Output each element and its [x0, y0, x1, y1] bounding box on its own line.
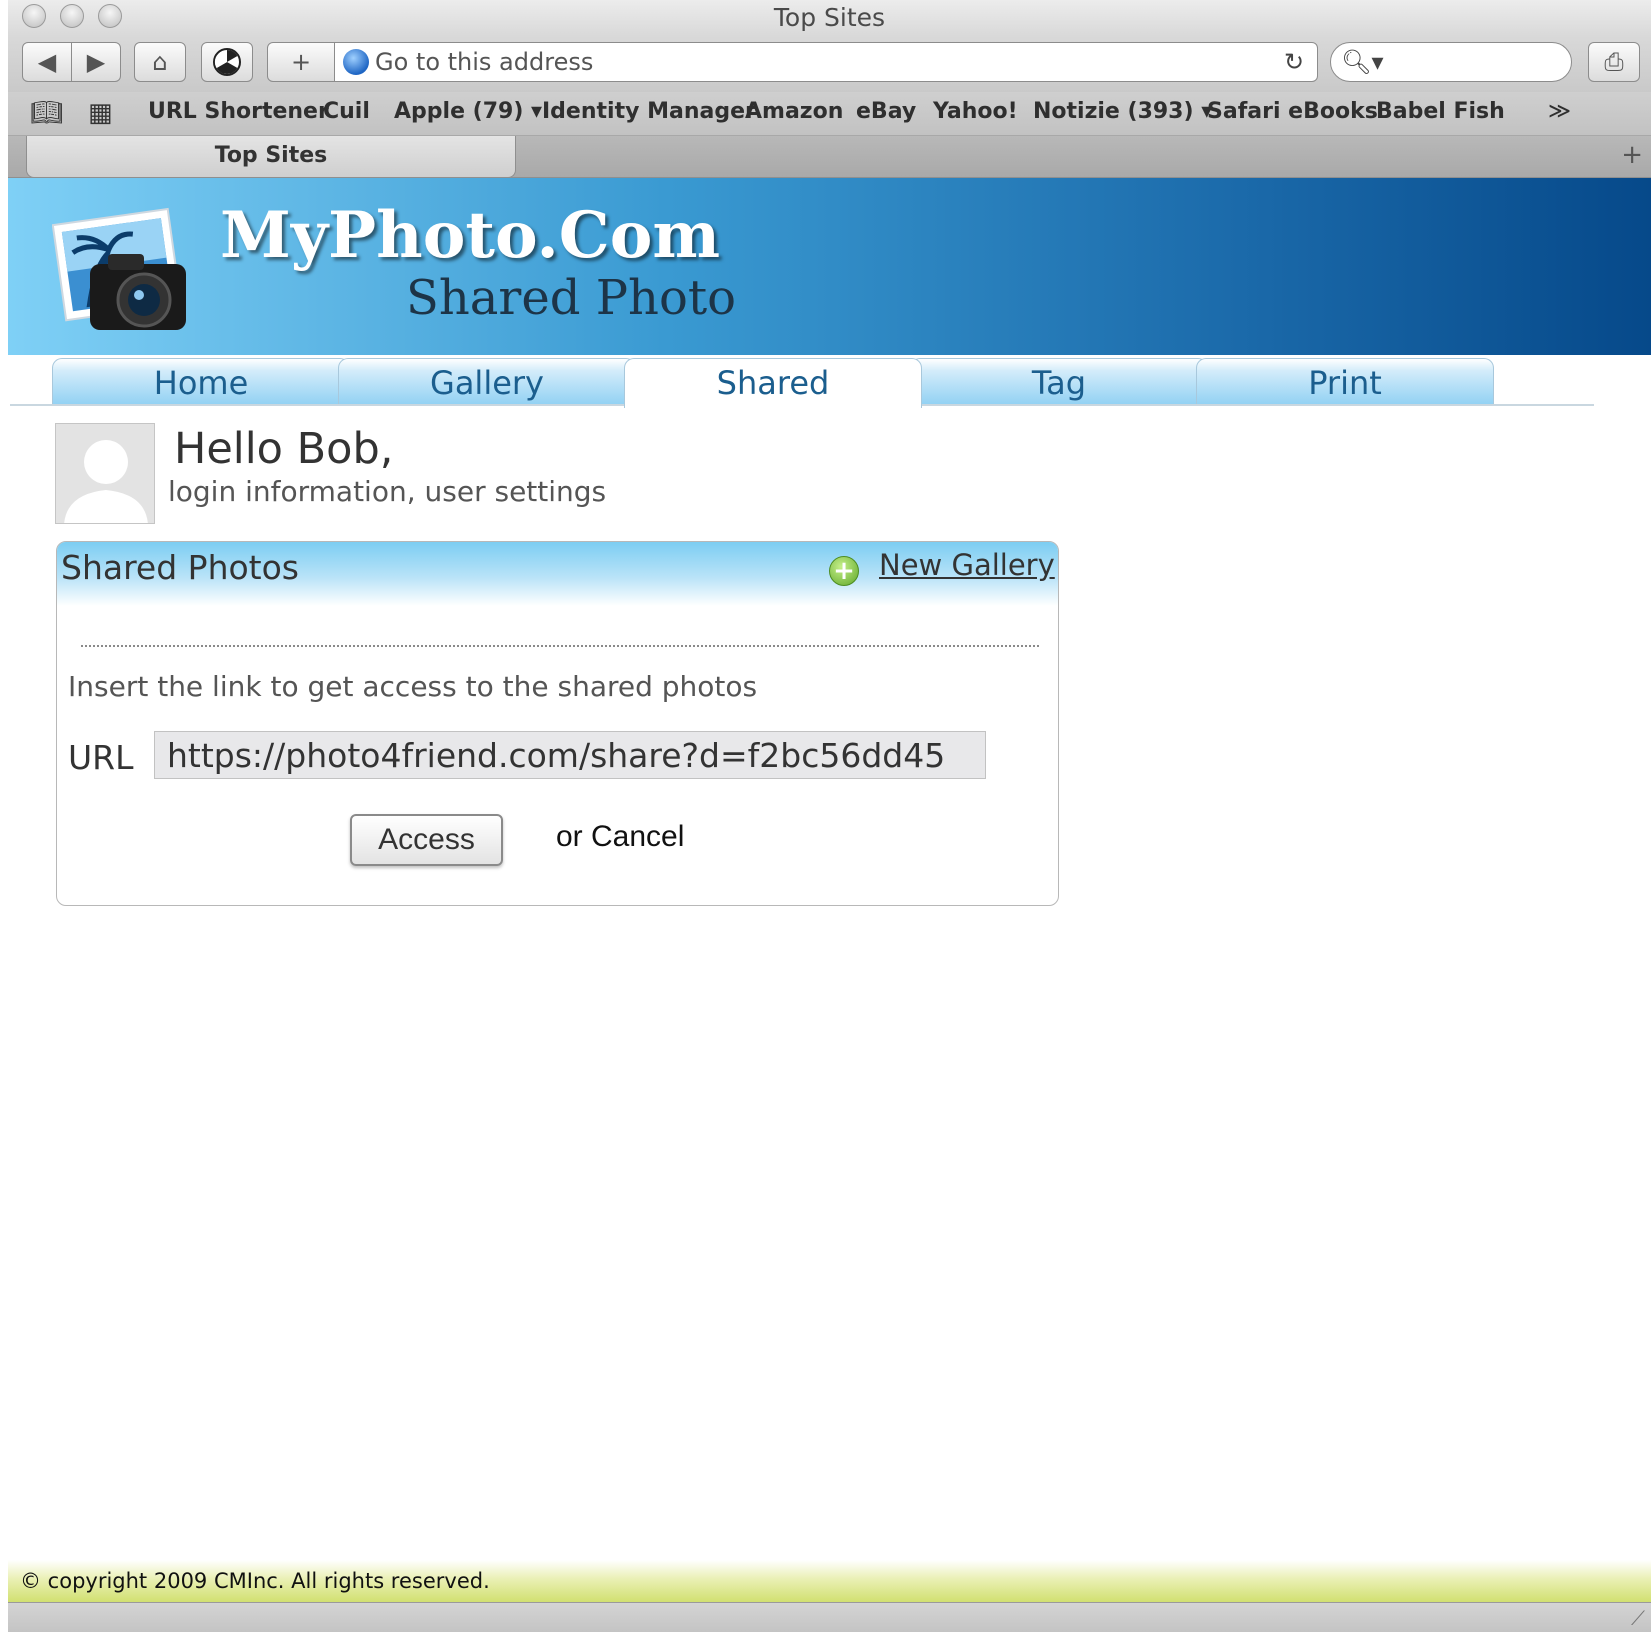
bookmark-item[interactable]: Yahoo!	[933, 99, 1018, 124]
instructions-text: Insert the link to get access to the sha…	[68, 670, 758, 703]
snapback-button[interactable]	[201, 42, 253, 82]
tab-tag[interactable]: Tag	[910, 358, 1208, 406]
reload-icon[interactable]: ↻	[1279, 48, 1309, 76]
bookmark-item[interactable]: Identity Manager	[542, 99, 756, 124]
url-label: URL	[68, 738, 134, 777]
forward-arrow-icon: ▶	[86, 48, 106, 76]
browser-toolbar: ◀ ▶ ⌂ + Go to this address ↻ 🔍︎▾ ⎙	[8, 36, 1651, 92]
magnifier-icon: 🔍︎▾	[1341, 48, 1384, 76]
url-input[interactable]	[154, 731, 986, 779]
print-button[interactable]: ⎙	[1588, 42, 1640, 82]
globe-icon	[343, 49, 369, 75]
page-footer: © copyright 2009 CMInc. All rights reser…	[8, 1560, 1651, 1602]
bookmark-item[interactable]: Notizie (393) ▾	[1033, 99, 1212, 124]
user-settings-link[interactable]: login information, user settings	[168, 475, 606, 508]
browser-tab-bar: Top Sites +	[8, 136, 1651, 178]
bookmark-item[interactable]: Cuil	[323, 99, 370, 124]
bookmark-item[interactable]: Apple (79) ▾	[394, 99, 542, 124]
address-bar[interactable]: Go to this address ↻	[334, 42, 1318, 82]
bookmark-item[interactable]: URL Shortener	[148, 99, 329, 124]
site-tagline: Shared Photo	[406, 270, 737, 326]
panel-title: Shared Photos	[61, 548, 299, 587]
forward-button[interactable]: ▶	[71, 42, 121, 82]
title-bar: Top Sites	[8, 0, 1651, 36]
home-button[interactable]: ⌂	[134, 42, 186, 82]
tab-print[interactable]: Print	[1196, 358, 1494, 406]
shared-photos-panel: Shared Photos + New Gallery Insert the l…	[56, 541, 1059, 906]
printer-icon: ⎙	[1604, 48, 1624, 76]
tab-gallery[interactable]: Gallery	[338, 358, 636, 406]
status-bar: ⟋	[8, 1602, 1651, 1632]
access-button[interactable]: Access	[350, 814, 503, 866]
tab-home[interactable]: Home	[52, 358, 350, 406]
user-silhouette-icon	[64, 440, 148, 523]
new-gallery-link[interactable]: New Gallery	[879, 548, 1055, 582]
bookmark-item[interactable]: Babel Fish	[1376, 99, 1505, 124]
cancel-link[interactable]: or Cancel	[556, 820, 684, 854]
greeting: Hello Bob,	[174, 424, 394, 474]
home-icon: ⌂	[152, 48, 168, 76]
add-bookmark-button[interactable]: +	[267, 42, 335, 82]
plus-icon: +	[290, 48, 312, 76]
site-brand: MyPhoto.Com	[220, 198, 721, 273]
resize-grip-icon[interactable]: ⟋	[1631, 1606, 1645, 1630]
bookmarks-bar: 📖︎ ▦ URL Shortener Cuil Apple (79) ▾ Ide…	[8, 92, 1651, 136]
copyright-text: © copyright 2009 CMInc. All rights reser…	[20, 1569, 490, 1593]
new-tab-icon[interactable]: +	[1621, 140, 1643, 170]
back-arrow-icon: ◀	[37, 48, 57, 76]
add-circle-icon[interactable]: +	[829, 556, 859, 586]
radiation-icon	[213, 48, 241, 76]
tab-shared[interactable]: Shared	[624, 358, 922, 408]
bookmark-item[interactable]: eBay	[856, 99, 916, 124]
bookmark-item[interactable]: Safari eBooks	[1207, 99, 1378, 124]
browser-tab-top-sites[interactable]: Top Sites	[26, 136, 516, 178]
back-button[interactable]: ◀	[22, 42, 72, 82]
camera-photo-logo-icon	[52, 207, 186, 330]
address-input[interactable]: Go to this address	[375, 48, 1279, 76]
avatar	[55, 423, 155, 524]
browser-window: Top Sites ◀ ▶ ⌂ + Go to this address ↻ 🔍…	[8, 0, 1651, 1632]
search-field[interactable]: 🔍︎▾	[1330, 42, 1572, 82]
bookmark-item[interactable]: Amazon	[745, 99, 843, 124]
window-title: Top Sites	[773, 3, 886, 32]
site-banner: MyPhoto.Com Shared Photo	[8, 178, 1651, 355]
overflow-chevron-icon[interactable]: ≫	[1548, 99, 1571, 124]
open-book-icon[interactable]: 📖︎	[30, 98, 63, 128]
panel-header: Shared Photos + New Gallery	[57, 542, 1058, 606]
dotted-divider	[81, 645, 1039, 647]
grid-icon[interactable]: ▦	[88, 98, 113, 128]
